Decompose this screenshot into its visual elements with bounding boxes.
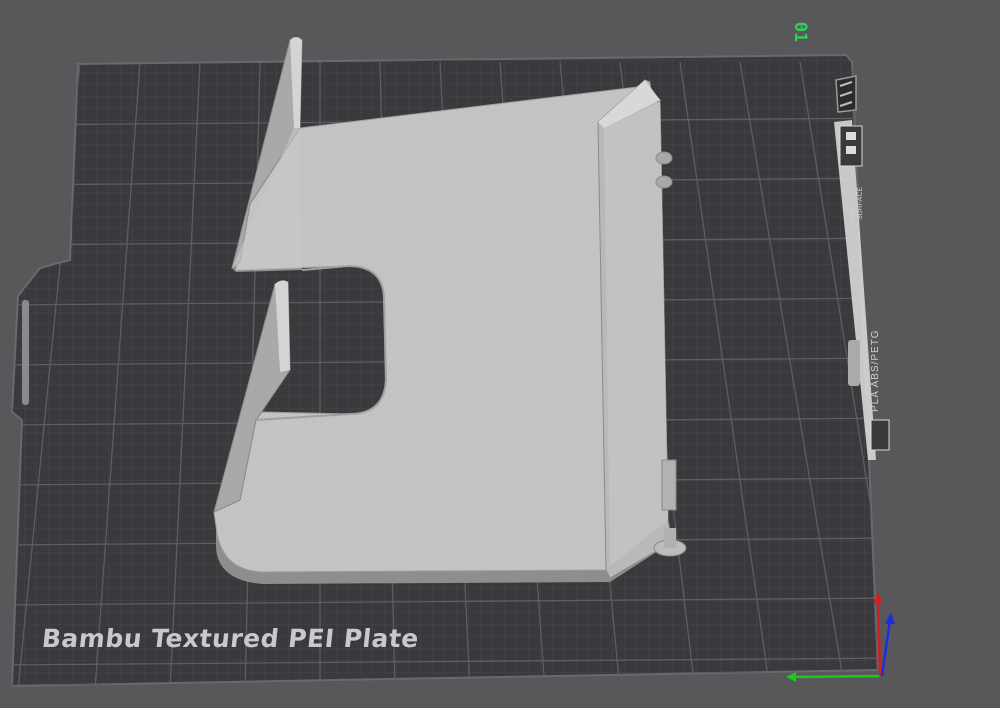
plate-materials-label: PLA ABS/PETG xyxy=(870,329,881,412)
plate-name-label: Bambu Textured PEI Plate xyxy=(40,624,421,653)
build-plate-viewport[interactable] xyxy=(0,0,1000,708)
hot-warning-line1: HOT xyxy=(849,205,856,220)
hot-surface-warning: HOT SURFACE xyxy=(849,187,865,220)
plate-number-badge[interactable]: 01 xyxy=(790,22,810,42)
model-part[interactable] xyxy=(213,37,687,584)
hot-warning-line2: SURFACE xyxy=(857,186,864,220)
plate-left-slot xyxy=(22,300,29,405)
x-axis-arrow xyxy=(791,674,881,679)
y-axis-arrow xyxy=(880,619,892,677)
